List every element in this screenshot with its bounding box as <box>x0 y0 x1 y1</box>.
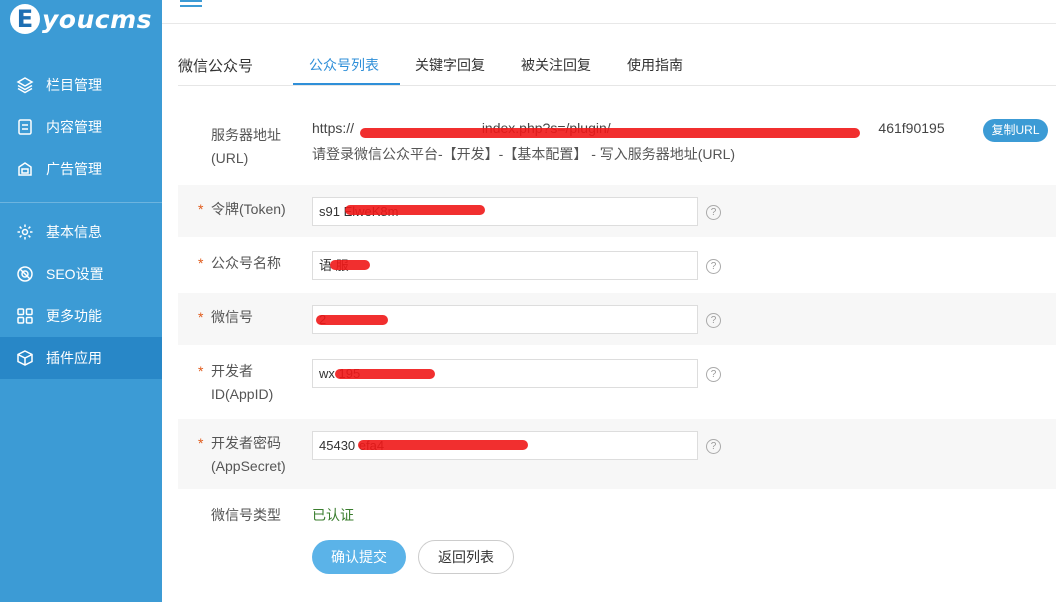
sidebar-item-more[interactable]: 更多功能 <box>0 295 162 337</box>
topbar <box>162 0 1056 24</box>
redaction-mark <box>360 128 860 138</box>
account-name-row: * 公众号名称 语 服 ? <box>178 239 1056 291</box>
redaction-mark <box>316 315 388 325</box>
account-type-value: 已认证 <box>312 507 354 523</box>
required-mark: * <box>198 309 204 325</box>
help-icon[interactable]: ? <box>706 259 721 274</box>
account-type-label: 微信号类型 <box>211 507 281 523</box>
sidebar-item-basic-info[interactable]: 基本信息 <box>0 211 162 253</box>
hamburger-icon[interactable] <box>180 0 202 8</box>
token-row: * 令牌(Token) s91 ElweK8m ? <box>178 185 1056 237</box>
server-url-note: 请登录微信公众平台-【开发】-【基本配置】 - 写入服务器地址(URL) <box>312 146 736 162</box>
help-icon[interactable]: ? <box>706 439 721 454</box>
sidebar-item-label: 基本信息 <box>46 224 102 240</box>
layers-icon <box>16 76 34 94</box>
app-id-label: 开发者 ID(AppID) <box>211 363 274 402</box>
tab-divider <box>178 85 1056 86</box>
redaction-mark <box>330 260 370 270</box>
sidebar-item-label: 内容管理 <box>46 119 102 135</box>
gear-icon <box>16 223 34 241</box>
required-mark: * <box>198 201 204 217</box>
account-type-row: 微信号类型 已认证 <box>178 491 1056 537</box>
sidebar: E youcms 栏目管理 内容管理 广告管理 基本信息 SEO设置 更多功能 … <box>0 0 162 602</box>
server-url-row: 服务器地址 (URL) https:// index.php?s=/plugin… <box>178 110 1056 184</box>
app-secret-row: * 开发者密码 (AppSecret) 45430 efa4 ? <box>178 419 1056 489</box>
sidebar-item-label: 更多功能 <box>46 308 102 324</box>
ad-icon <box>16 160 34 178</box>
back-to-list-button[interactable]: 返回列表 <box>418 540 514 574</box>
submit-button[interactable]: 确认提交 <box>312 540 406 574</box>
redaction-mark <box>345 205 485 215</box>
page-title: 微信公众号 <box>178 58 254 75</box>
wechat-id-label: 微信号 <box>211 309 253 325</box>
wechat-id-row: * 微信号 2 ? <box>178 293 1056 345</box>
sidebar-item-content[interactable]: 内容管理 <box>0 106 162 148</box>
token-label: 令牌(Token) <box>211 201 286 217</box>
server-url-label: 服务器地址 (URL) <box>211 127 281 166</box>
tab-guide[interactable]: 使用指南 <box>627 55 683 75</box>
sidebar-item-columns[interactable]: 栏目管理 <box>0 64 162 106</box>
redaction-mark <box>335 369 435 379</box>
account-name-label: 公众号名称 <box>211 255 281 271</box>
tab-follow-reply[interactable]: 被关注回复 <box>521 55 591 75</box>
logo[interactable]: E youcms <box>10 2 152 36</box>
tab-keyword-reply[interactable]: 关键字回复 <box>415 55 485 75</box>
redaction-mark <box>358 440 528 450</box>
logo-mark: E <box>10 4 40 34</box>
sidebar-item-seo[interactable]: SEO设置 <box>0 253 162 295</box>
help-icon[interactable]: ? <box>706 205 721 220</box>
sidebar-item-label: 栏目管理 <box>46 77 102 93</box>
copy-url-button[interactable]: 复制URL <box>983 119 1048 142</box>
seo-icon <box>16 265 34 283</box>
sidebar-item-label: 插件应用 <box>46 350 102 366</box>
app-secret-label: 开发者密码 (AppSecret) <box>211 435 286 474</box>
sidebar-item-label: SEO设置 <box>46 266 104 282</box>
tab-account-list[interactable]: 公众号列表 <box>309 55 379 75</box>
required-mark: * <box>198 255 204 271</box>
grid-icon <box>16 307 34 325</box>
help-icon[interactable]: ? <box>706 367 721 382</box>
help-icon[interactable]: ? <box>706 313 721 328</box>
sidebar-item-label: 广告管理 <box>46 161 102 177</box>
sidebar-divider <box>0 202 162 203</box>
cube-icon <box>16 349 34 367</box>
document-icon <box>16 118 34 136</box>
required-mark: * <box>198 435 204 451</box>
app-id-row: * 开发者 ID(AppID) wx 195 ? <box>178 347 1056 417</box>
required-mark: * <box>198 363 204 379</box>
sidebar-item-plugins[interactable]: 插件应用 <box>0 337 162 379</box>
sidebar-item-ads[interactable]: 广告管理 <box>0 148 162 190</box>
logo-text: youcms <box>42 4 153 34</box>
